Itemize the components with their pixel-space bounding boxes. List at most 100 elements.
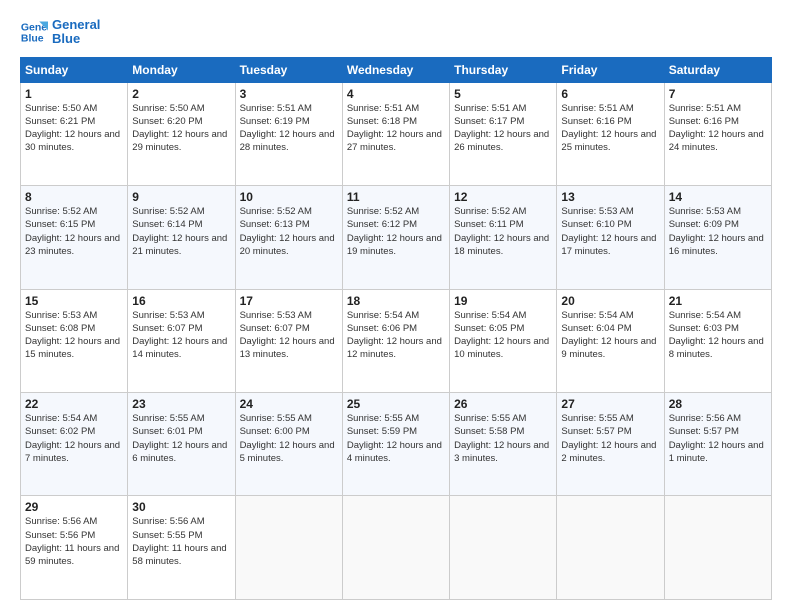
day-info: Sunrise: 5:52 AMSunset: 6:13 PMDaylight:… [240,205,338,258]
day-info: Sunrise: 5:55 AMSunset: 5:59 PMDaylight:… [347,412,445,465]
calendar-cell: 11Sunrise: 5:52 AMSunset: 6:12 PMDayligh… [342,186,449,289]
calendar-cell: 29Sunrise: 5:56 AMSunset: 5:56 PMDayligh… [21,496,128,600]
day-info: Sunrise: 5:52 AMSunset: 6:15 PMDaylight:… [25,205,123,258]
day-number: 4 [347,87,445,101]
day-info: Sunrise: 5:54 AMSunset: 6:06 PMDaylight:… [347,309,445,362]
calendar-cell [664,496,771,600]
calendar-cell: 13Sunrise: 5:53 AMSunset: 6:10 PMDayligh… [557,186,664,289]
day-number: 19 [454,294,552,308]
day-info: Sunrise: 5:53 AMSunset: 6:08 PMDaylight:… [25,309,123,362]
day-info: Sunrise: 5:51 AMSunset: 6:16 PMDaylight:… [561,102,659,155]
day-info: Sunrise: 5:50 AMSunset: 6:20 PMDaylight:… [132,102,230,155]
calendar-cell [450,496,557,600]
day-number: 10 [240,190,338,204]
week-row-5: 29Sunrise: 5:56 AMSunset: 5:56 PMDayligh… [21,496,772,600]
day-number: 22 [25,397,123,411]
weekday-header-tuesday: Tuesday [235,57,342,82]
day-info: Sunrise: 5:53 AMSunset: 6:09 PMDaylight:… [669,205,767,258]
day-info: Sunrise: 5:54 AMSunset: 6:05 PMDaylight:… [454,309,552,362]
day-number: 28 [669,397,767,411]
day-number: 5 [454,87,552,101]
day-info: Sunrise: 5:51 AMSunset: 6:19 PMDaylight:… [240,102,338,155]
day-number: 24 [240,397,338,411]
calendar-cell: 5Sunrise: 5:51 AMSunset: 6:17 PMDaylight… [450,82,557,185]
week-row-3: 15Sunrise: 5:53 AMSunset: 6:08 PMDayligh… [21,289,772,392]
day-info: Sunrise: 5:52 AMSunset: 6:12 PMDaylight:… [347,205,445,258]
day-info: Sunrise: 5:50 AMSunset: 6:21 PMDaylight:… [25,102,123,155]
day-number: 15 [25,294,123,308]
day-info: Sunrise: 5:56 AMSunset: 5:55 PMDaylight:… [132,515,230,568]
calendar-table: SundayMondayTuesdayWednesdayThursdayFrid… [20,57,772,600]
day-info: Sunrise: 5:55 AMSunset: 5:58 PMDaylight:… [454,412,552,465]
logo-text-blue: Blue [52,32,100,46]
day-number: 27 [561,397,659,411]
day-info: Sunrise: 5:54 AMSunset: 6:02 PMDaylight:… [25,412,123,465]
calendar-cell [235,496,342,600]
calendar-cell: 21Sunrise: 5:54 AMSunset: 6:03 PMDayligh… [664,289,771,392]
day-number: 18 [347,294,445,308]
day-number: 23 [132,397,230,411]
calendar-cell: 14Sunrise: 5:53 AMSunset: 6:09 PMDayligh… [664,186,771,289]
day-number: 8 [25,190,123,204]
day-number: 7 [669,87,767,101]
calendar-cell: 19Sunrise: 5:54 AMSunset: 6:05 PMDayligh… [450,289,557,392]
logo: General Blue General Blue [20,18,100,47]
day-info: Sunrise: 5:55 AMSunset: 6:01 PMDaylight:… [132,412,230,465]
day-number: 1 [25,87,123,101]
calendar-cell: 7Sunrise: 5:51 AMSunset: 6:16 PMDaylight… [664,82,771,185]
day-number: 16 [132,294,230,308]
day-number: 11 [347,190,445,204]
calendar-cell: 6Sunrise: 5:51 AMSunset: 6:16 PMDaylight… [557,82,664,185]
day-number: 25 [347,397,445,411]
day-number: 3 [240,87,338,101]
day-info: Sunrise: 5:53 AMSunset: 6:07 PMDaylight:… [240,309,338,362]
calendar-cell: 15Sunrise: 5:53 AMSunset: 6:08 PMDayligh… [21,289,128,392]
day-number: 30 [132,500,230,514]
day-number: 9 [132,190,230,204]
calendar-cell: 1Sunrise: 5:50 AMSunset: 6:21 PMDaylight… [21,82,128,185]
calendar-cell: 3Sunrise: 5:51 AMSunset: 6:19 PMDaylight… [235,82,342,185]
day-info: Sunrise: 5:51 AMSunset: 6:16 PMDaylight:… [669,102,767,155]
calendar-cell [557,496,664,600]
calendar-cell: 26Sunrise: 5:55 AMSunset: 5:58 PMDayligh… [450,393,557,496]
week-row-2: 8Sunrise: 5:52 AMSunset: 6:15 PMDaylight… [21,186,772,289]
weekday-header-row: SundayMondayTuesdayWednesdayThursdayFrid… [21,57,772,82]
weekday-header-wednesday: Wednesday [342,57,449,82]
page: General Blue General Blue SundayMondayTu… [0,0,792,612]
header: General Blue General Blue [20,18,772,47]
logo-icon: General Blue [20,18,48,46]
calendar-cell: 16Sunrise: 5:53 AMSunset: 6:07 PMDayligh… [128,289,235,392]
calendar-cell: 24Sunrise: 5:55 AMSunset: 6:00 PMDayligh… [235,393,342,496]
day-info: Sunrise: 5:54 AMSunset: 6:03 PMDaylight:… [669,309,767,362]
calendar-cell: 23Sunrise: 5:55 AMSunset: 6:01 PMDayligh… [128,393,235,496]
weekday-header-friday: Friday [557,57,664,82]
day-info: Sunrise: 5:51 AMSunset: 6:18 PMDaylight:… [347,102,445,155]
week-row-1: 1Sunrise: 5:50 AMSunset: 6:21 PMDaylight… [21,82,772,185]
calendar-cell: 2Sunrise: 5:50 AMSunset: 6:20 PMDaylight… [128,82,235,185]
day-info: Sunrise: 5:52 AMSunset: 6:11 PMDaylight:… [454,205,552,258]
day-number: 14 [669,190,767,204]
day-info: Sunrise: 5:51 AMSunset: 6:17 PMDaylight:… [454,102,552,155]
calendar-cell: 25Sunrise: 5:55 AMSunset: 5:59 PMDayligh… [342,393,449,496]
calendar-cell: 10Sunrise: 5:52 AMSunset: 6:13 PMDayligh… [235,186,342,289]
day-info: Sunrise: 5:56 AMSunset: 5:57 PMDaylight:… [669,412,767,465]
calendar-cell: 28Sunrise: 5:56 AMSunset: 5:57 PMDayligh… [664,393,771,496]
day-number: 13 [561,190,659,204]
weekday-header-sunday: Sunday [21,57,128,82]
logo-text-general: General [52,18,100,32]
calendar-cell: 20Sunrise: 5:54 AMSunset: 6:04 PMDayligh… [557,289,664,392]
calendar-cell: 18Sunrise: 5:54 AMSunset: 6:06 PMDayligh… [342,289,449,392]
day-info: Sunrise: 5:55 AMSunset: 5:57 PMDaylight:… [561,412,659,465]
day-number: 12 [454,190,552,204]
day-info: Sunrise: 5:53 AMSunset: 6:10 PMDaylight:… [561,205,659,258]
day-info: Sunrise: 5:53 AMSunset: 6:07 PMDaylight:… [132,309,230,362]
calendar-cell [342,496,449,600]
week-row-4: 22Sunrise: 5:54 AMSunset: 6:02 PMDayligh… [21,393,772,496]
day-number: 29 [25,500,123,514]
calendar-cell: 27Sunrise: 5:55 AMSunset: 5:57 PMDayligh… [557,393,664,496]
day-number: 6 [561,87,659,101]
day-info: Sunrise: 5:52 AMSunset: 6:14 PMDaylight:… [132,205,230,258]
calendar-cell: 9Sunrise: 5:52 AMSunset: 6:14 PMDaylight… [128,186,235,289]
calendar-cell: 17Sunrise: 5:53 AMSunset: 6:07 PMDayligh… [235,289,342,392]
day-info: Sunrise: 5:56 AMSunset: 5:56 PMDaylight:… [25,515,123,568]
